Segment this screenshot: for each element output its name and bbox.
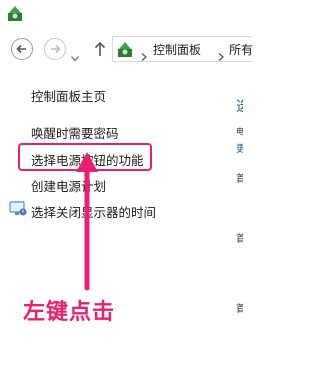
up-arrow-icon	[94, 41, 106, 56]
address-bar[interactable]: 控制面板 所有	[112, 36, 253, 65]
main-link-fragment[interactable]: 更	[236, 140, 243, 155]
main-text-fragment: 首	[236, 234, 243, 245]
forward-button[interactable]	[44, 38, 66, 60]
sidebar-item-require-password[interactable]: 唤醒时需要密码	[31, 123, 119, 142]
display-power-icon	[9, 201, 27, 221]
annotation-left-click: 左键点击	[23, 300, 116, 325]
main-text-fragment: 电	[236, 127, 243, 136]
main-heading-fragment: 选	[236, 96, 243, 116]
control-panel-icon	[6, 4, 24, 22]
recent-locations-button[interactable]	[71, 47, 79, 66]
breadcrumb-separator-icon[interactable]	[218, 46, 224, 65]
back-arrow-icon	[16, 44, 26, 54]
main-text-fragment: 首	[236, 174, 243, 185]
back-button[interactable]	[11, 38, 33, 60]
breadcrumb-control-panel[interactable]: 控制面板	[153, 41, 201, 58]
forward-arrow-icon	[51, 44, 61, 54]
chevron-down-icon	[71, 56, 79, 62]
main-text-fragment: 首	[236, 304, 243, 315]
annotation-arrow-icon	[76, 152, 98, 291]
breadcrumb-separator-icon[interactable]	[141, 46, 147, 65]
main-content-edge: 选 电 更 首 首 首	[233, 70, 243, 368]
up-button[interactable]	[94, 41, 106, 61]
navigation-bar: 控制面板 所有	[0, 30, 253, 70]
window-titlebar	[0, 0, 243, 30]
breadcrumb-all-items[interactable]: 所有	[229, 41, 253, 58]
control-panel-icon	[116, 40, 134, 62]
sidebar-item-control-panel-home[interactable]: 控制面板主页	[31, 86, 106, 105]
